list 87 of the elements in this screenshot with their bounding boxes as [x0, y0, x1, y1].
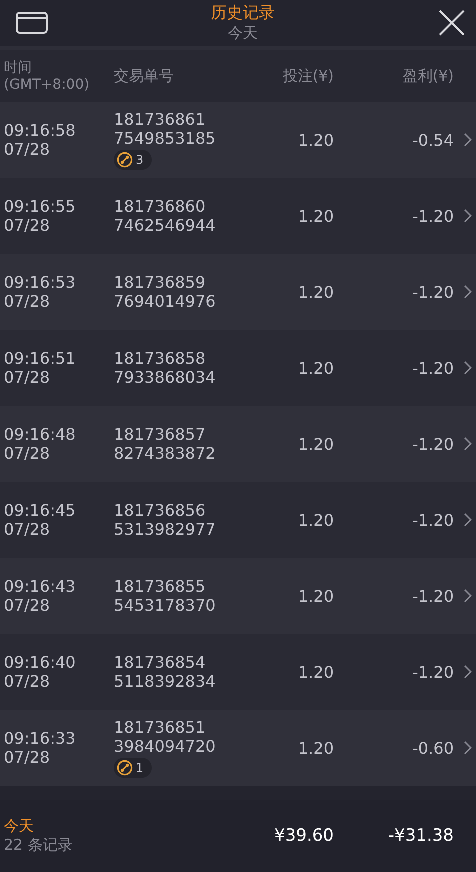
stake-amount: 1.20 [297, 510, 334, 530]
order-number: 7933868034 [114, 368, 216, 387]
date-text: 07/28 [4, 596, 52, 615]
order-number: 3984094720 [114, 737, 216, 756]
record-row[interactable]: 09:16:33 07/28 181736851 3984094720 1 1.20 -0.60 [0, 710, 476, 786]
time-text: 09:16:33 [4, 729, 77, 748]
date-text: 07/28 [4, 216, 52, 235]
chevron-right-icon [464, 741, 472, 755]
order-number: 181736857 [114, 425, 206, 444]
profit-amount: -1.20 [412, 586, 454, 606]
timezone-label: (GMT+8:00) [4, 77, 91, 93]
order-number: 181736859 [114, 273, 206, 292]
order-number: 7549853185 [114, 129, 216, 148]
stake-total: ¥39.60 [274, 826, 334, 846]
record-row[interactable]: 09:16:45 07/28 181736856 5313982977 1.20 -1.20 [0, 482, 476, 558]
order-number: 181736858 [114, 349, 206, 368]
link-count-badge: 1 [114, 758, 152, 778]
chevron-right-icon [464, 209, 472, 223]
stake-amount: 1.20 [297, 586, 334, 606]
stake-amount: 1.20 [297, 662, 334, 682]
order-number: 181736854 [114, 653, 206, 672]
date-text: 07/28 [4, 140, 52, 159]
profit-amount: -1.20 [412, 206, 454, 226]
order-number: 181736855 [114, 577, 206, 596]
time-text: 09:16:40 [4, 653, 77, 672]
stake-amount: 1.20 [297, 738, 334, 758]
stake-amount: 1.20 [297, 206, 334, 226]
profit-amount: -1.20 [412, 434, 454, 454]
record-row[interactable]: 09:16:55 07/28 181736860 7462546944 1.20 -1.20 [0, 178, 476, 254]
order-number: 5118392834 [114, 672, 216, 691]
column-header: 投注(¥) [282, 66, 334, 86]
order-number: 7694014976 [114, 292, 216, 311]
chevron-right-icon [464, 589, 472, 603]
order-number: 181736860 [114, 197, 206, 216]
close-icon[interactable] [438, 9, 466, 37]
time-text: 09:16:58 [4, 121, 77, 140]
date-text: 07/28 [4, 672, 52, 691]
profit-total: -¥31.38 [387, 826, 454, 846]
time-text: 09:16:45 [4, 501, 77, 520]
time-text: 09:16:53 [4, 273, 77, 292]
order-number: 8274383872 [114, 444, 216, 463]
date-text: 07/28 [4, 520, 52, 539]
footer-label: 今天 [4, 817, 35, 836]
order-number: 181736861 [114, 110, 206, 129]
record-row[interactable]: 09:16:48 07/28 181736857 8274383872 1.20 -1.20 [0, 406, 476, 482]
date-text: 07/28 [4, 748, 52, 767]
record-row[interactable]: 09:16:40 07/28 181736854 5118392834 1.20 -1.20 [0, 634, 476, 710]
profit-amount: -1.20 [412, 282, 454, 302]
stake-amount: 1.20 [297, 130, 334, 150]
order-number: 181736851 [114, 718, 206, 737]
chevron-right-icon [464, 513, 472, 527]
order-number: 5453178370 [114, 596, 216, 615]
time-text: 09:16:51 [4, 349, 77, 368]
record-row[interactable]: 09:16:58 07/28 181736861 7549853185 3 1.20 -0.54 [0, 102, 476, 178]
window-icon[interactable] [16, 12, 48, 34]
order-number: 181736856 [114, 501, 206, 520]
time-text: 09:16:55 [4, 197, 77, 216]
profit-amount: -1.20 [412, 662, 454, 682]
stake-amount: 1.20 [297, 282, 334, 302]
profit-amount: -0.54 [412, 130, 454, 150]
stake-amount: 1.20 [297, 358, 334, 378]
link-count-badge: 3 [114, 150, 152, 170]
page-subtitle: 今天 [228, 24, 258, 43]
time-text: 09:16:48 [4, 425, 77, 444]
profit-amount: -0.60 [412, 738, 454, 758]
profit-amount: -1.20 [412, 510, 454, 530]
column-header: 交易单号 [114, 66, 175, 86]
column-header: 盈利(¥) [402, 66, 454, 86]
record-row[interactable]: 09:16:51 07/28 181736858 7933868034 1.20 -1.20 [0, 330, 476, 406]
page-title: 历史记录 [211, 3, 275, 24]
record-row[interactable]: 09:16:43 07/28 181736855 5453178370 1.20 -1.20 [0, 558, 476, 634]
chevron-right-icon [464, 361, 472, 375]
column-header: 时间 [4, 59, 33, 77]
date-text: 07/28 [4, 444, 52, 463]
stake-amount: 1.20 [297, 434, 334, 454]
date-text: 07/28 [4, 292, 52, 311]
profit-amount: -1.20 [412, 358, 454, 378]
record-row[interactable]: 09:16:53 07/28 181736859 7694014976 1.20 -1.20 [0, 254, 476, 330]
chevron-right-icon [464, 437, 472, 451]
chevron-right-icon [464, 665, 472, 679]
chevron-right-icon [464, 133, 472, 147]
order-number: 5313982977 [114, 520, 216, 539]
record-count: 22 条记录 [4, 836, 74, 855]
time-text: 09:16:43 [4, 577, 77, 596]
chevron-right-icon [464, 285, 472, 299]
date-text: 07/28 [4, 368, 52, 387]
order-number: 7462546944 [114, 216, 216, 235]
